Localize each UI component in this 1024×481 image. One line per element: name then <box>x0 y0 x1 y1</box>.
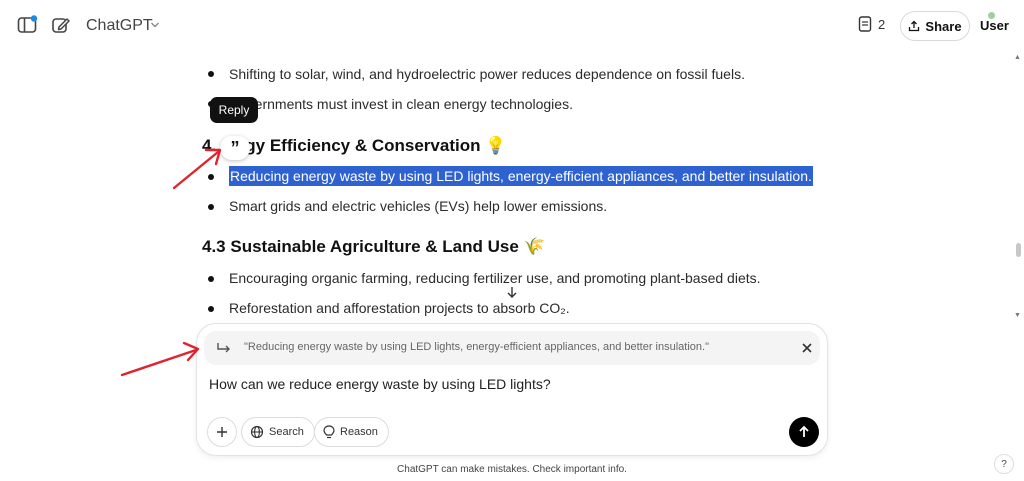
top-bar: ChatGPT 2 Share User <box>0 0 1024 52</box>
close-icon[interactable] <box>801 342 813 354</box>
bullet-marker <box>208 276 214 282</box>
attach-button[interactable] <box>207 417 237 447</box>
scrollbar-thumb[interactable] <box>1016 243 1021 257</box>
reply-arrow-icon <box>217 343 230 353</box>
user-avatar-label[interactable]: User <box>980 18 1009 33</box>
share-label: Share <box>925 18 962 34</box>
list-item-selected[interactable]: Reducing energy waste by using LED light… <box>229 166 813 186</box>
quoted-reply-bar: "Reducing energy waste by using LED ligh… <box>204 331 820 365</box>
list-item: Shifting to solar, wind, and hydroelectr… <box>229 66 745 82</box>
reply-tooltip: Reply <box>210 97 258 123</box>
heading-text: ergy Efficiency & Conservation <box>229 136 481 155</box>
new-chat-icon[interactable] <box>50 14 72 36</box>
arrow-down-icon <box>507 287 517 298</box>
wheat-emoji-icon: 🌾 <box>523 237 545 256</box>
annotation-arrow-icon <box>172 148 222 190</box>
canvas-docs-button[interactable]: 2 <box>858 16 885 32</box>
bullet-marker <box>208 306 214 312</box>
help-button[interactable]: ? <box>994 454 1014 474</box>
lightbulb-icon <box>323 424 335 438</box>
reason-button[interactable]: Reason <box>314 417 389 447</box>
plus-icon <box>217 427 227 437</box>
message-composer: "Reducing energy waste by using LED ligh… <box>196 323 828 456</box>
document-icon <box>858 16 872 32</box>
search-label: Search <box>269 426 304 438</box>
chevron-down-icon[interactable] <box>150 20 160 30</box>
section-heading-4-3: 4.3 Sustainable Agriculture & Land Use 🌾 <box>202 237 545 257</box>
quoted-text: "Reducing energy waste by using LED ligh… <box>244 341 709 353</box>
share-button[interactable]: Share <box>900 11 970 41</box>
scroll-to-bottom-button[interactable] <box>500 280 524 304</box>
send-button[interactable] <box>789 417 819 447</box>
list-item: Smart grids and electric vehicles (EVs) … <box>229 198 608 214</box>
arrow-up-icon <box>799 425 809 437</box>
heading-text: 4.3 Sustainable Agriculture & Land Use <box>202 237 519 256</box>
selected-text[interactable]: Reducing energy waste by using LED light… <box>229 166 813 186</box>
reason-label: Reason <box>340 426 378 438</box>
model-selector-label[interactable]: ChatGPT <box>86 17 153 35</box>
bullet-marker <box>208 71 214 77</box>
share-icon <box>909 20 920 32</box>
doc-count-label: 2 <box>878 16 886 32</box>
list-item: Governments must invest in clean energy … <box>229 96 573 112</box>
globe-icon <box>250 425 264 439</box>
message-input[interactable]: How can we reduce energy waste by using … <box>209 376 551 392</box>
lightbulb-emoji-icon: 💡 <box>485 136 507 155</box>
annotation-arrow-icon <box>120 341 200 377</box>
search-button[interactable]: Search <box>241 417 315 447</box>
scroll-up-arrow-icon[interactable]: ▲ <box>1014 54 1021 61</box>
bullet-marker <box>208 204 214 210</box>
quote-icon: ” <box>230 138 240 158</box>
disclaimer-text: ChatGPT can make mistakes. Check importa… <box>397 464 627 475</box>
scroll-down-arrow-icon[interactable]: ▼ <box>1014 312 1021 319</box>
list-item: Encouraging organic farming, reducing fe… <box>229 270 761 286</box>
sidebar-toggle-icon[interactable] <box>16 14 38 36</box>
